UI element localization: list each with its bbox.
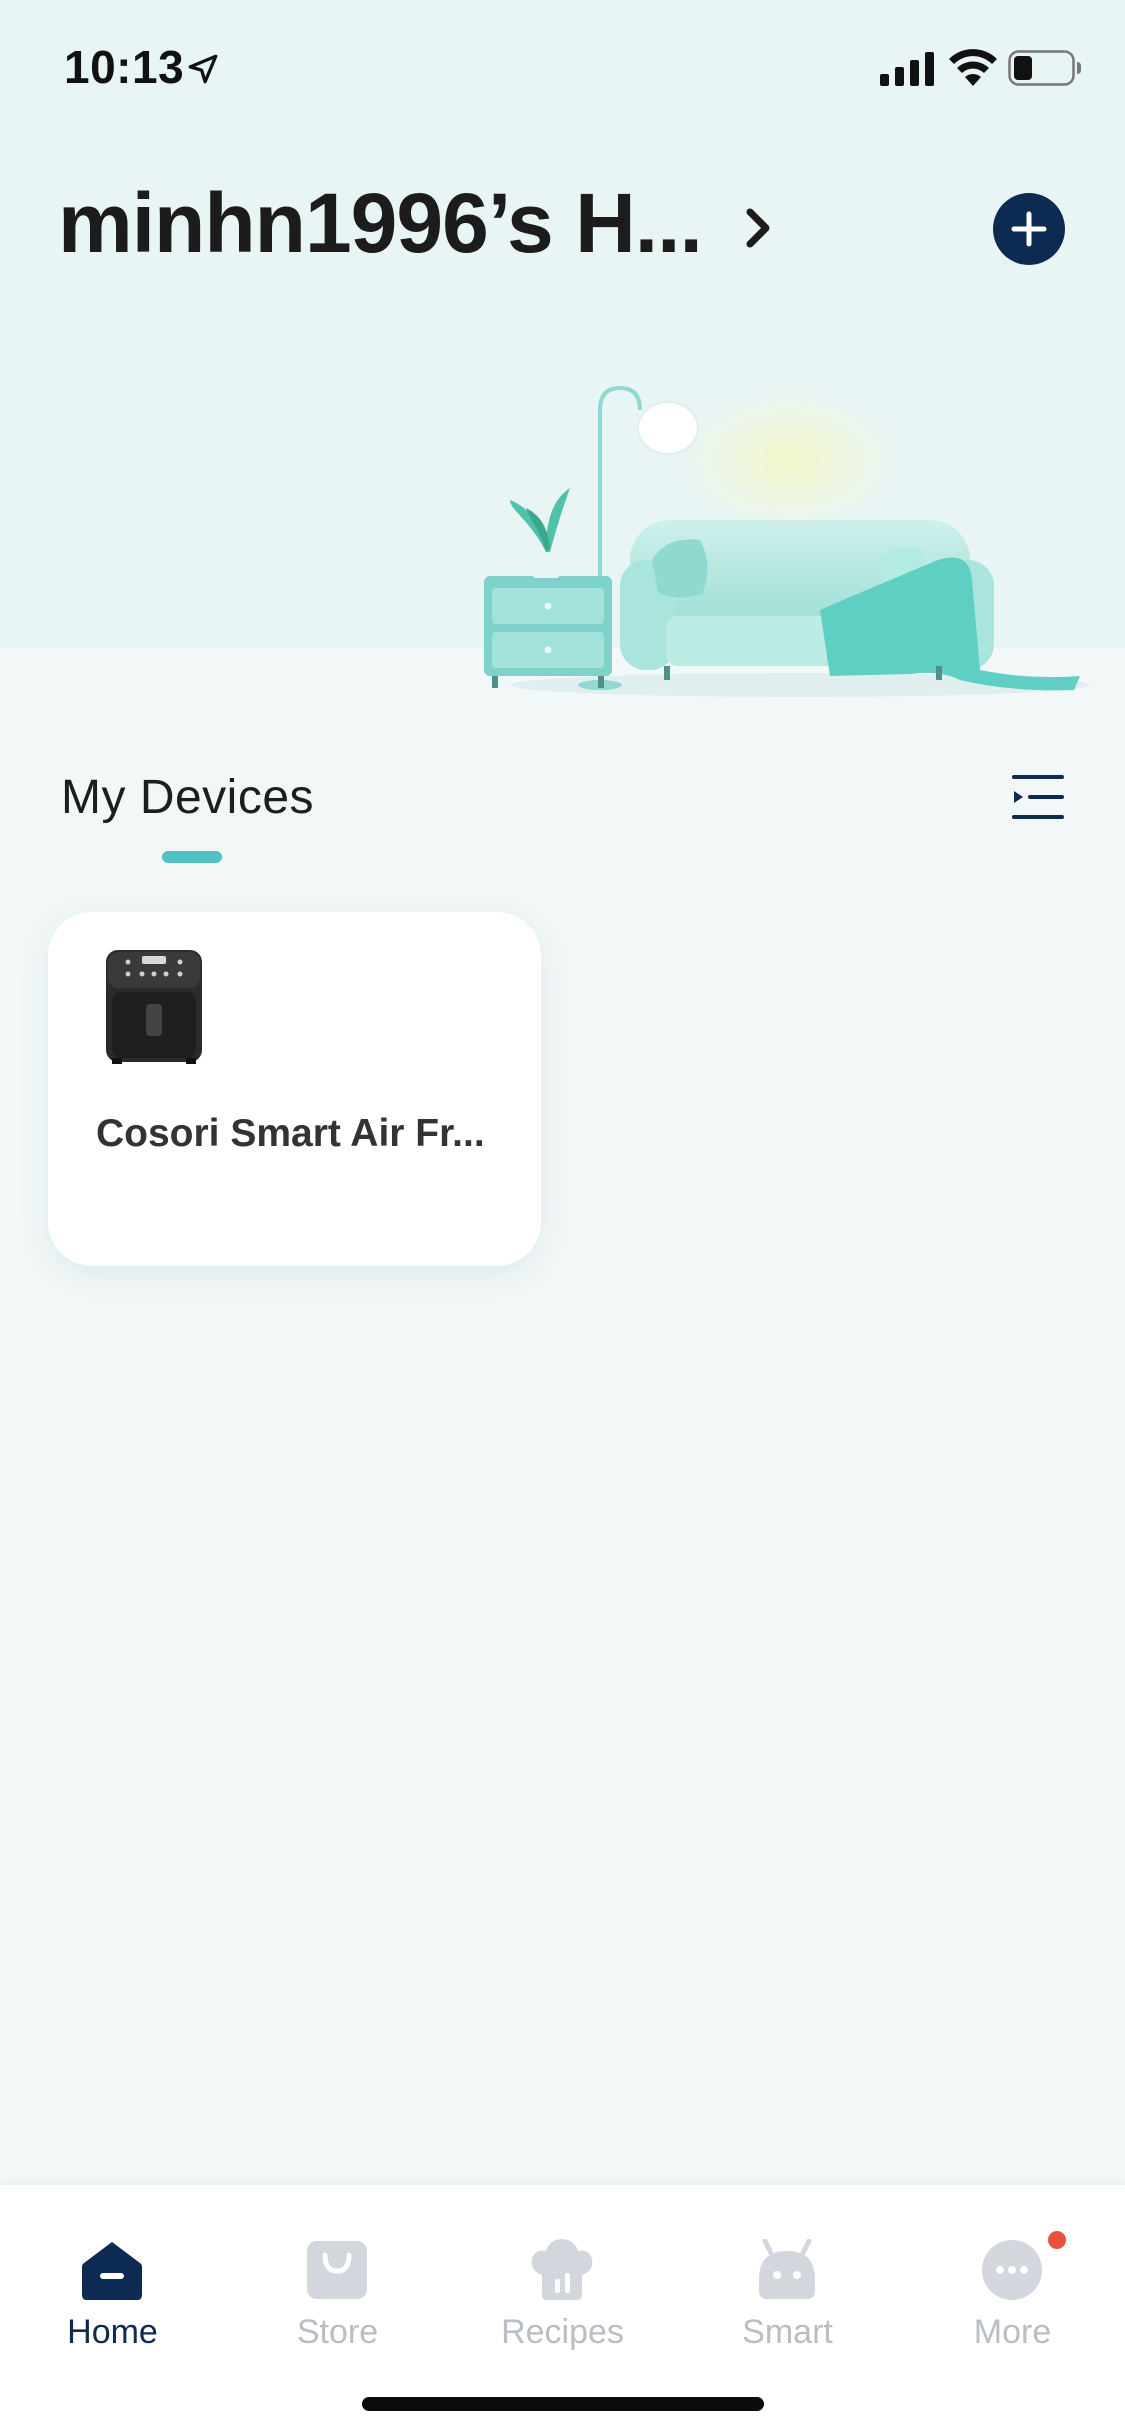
status-bar: 10:13: [0, 0, 1125, 132]
robot-icon: [759, 2239, 815, 2299]
battery-icon: [1008, 50, 1081, 86]
location-arrow-icon: [188, 54, 218, 84]
more-dots-icon: [982, 2240, 1042, 2300]
air-fryer-image: [106, 950, 202, 1064]
tab-more-label: More: [973, 2313, 1052, 2351]
tab-store[interactable]: Store: [225, 2213, 450, 2351]
active-section-indicator: [162, 851, 222, 863]
tab-home[interactable]: Home: [0, 2213, 225, 2351]
tab-more[interactable]: More: [900, 2213, 1125, 2351]
status-time: 10:13: [64, 41, 185, 93]
cellular-signal-icon: [880, 52, 934, 86]
living-room-illustration: [484, 385, 1090, 697]
tab-recipes[interactable]: Recipes: [450, 2213, 675, 2351]
home-title[interactable]: minhn1996’s H...: [58, 175, 703, 272]
devices-section-title[interactable]: My Devices: [61, 770, 314, 825]
notification-dot: [1048, 2231, 1066, 2249]
chef-hat-icon: [531, 2239, 593, 2300]
tab-smart[interactable]: Smart: [675, 2213, 900, 2351]
home-icon: [82, 2242, 142, 2300]
chevron-right-icon[interactable]: [744, 204, 774, 252]
shopping-bag-icon: [307, 2241, 367, 2299]
tab-home-label: Home: [67, 2313, 158, 2351]
tab-recipes-label: Recipes: [501, 2313, 624, 2351]
add-device-button[interactable]: [993, 193, 1065, 265]
plus-icon: [1011, 211, 1047, 247]
list-filter-icon[interactable]: [1012, 774, 1064, 820]
device-card[interactable]: Cosori Smart Air Fr...: [48, 912, 541, 1266]
tab-store-label: Store: [296, 2313, 379, 2351]
tab-smart-label: Smart: [742, 2313, 833, 2351]
home-indicator: [362, 2397, 764, 2411]
device-name: Cosori Smart Air Fr...: [96, 1112, 485, 1155]
wifi-icon: [949, 49, 997, 86]
